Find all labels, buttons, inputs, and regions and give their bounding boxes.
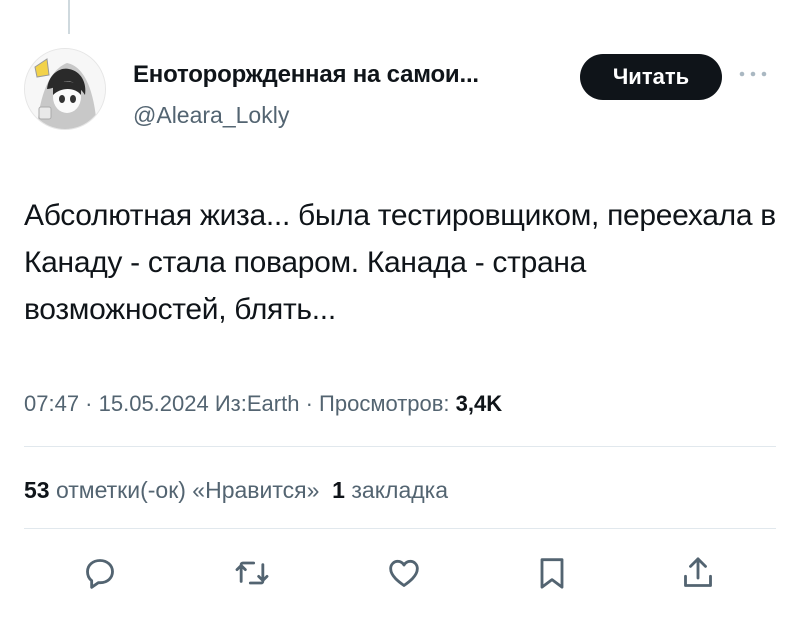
author-display-name[interactable]: Енотороржденная на самои... bbox=[133, 59, 563, 91]
avatar-image bbox=[25, 49, 105, 129]
tweet-source: Из:Earth bbox=[214, 391, 300, 416]
likes-count: 53 bbox=[24, 477, 50, 503]
follow-button[interactable]: Читать bbox=[580, 54, 722, 100]
retweet-button[interactable] bbox=[232, 553, 272, 593]
views-label: Просмотров: bbox=[319, 391, 450, 416]
reply-button[interactable] bbox=[80, 553, 120, 593]
tweet-date[interactable]: 15.05.2024 bbox=[99, 391, 209, 416]
bookmarks-label: закладка bbox=[351, 477, 449, 503]
tweet-text: Абсолютная жиза... была тестировщиком, п… bbox=[24, 199, 776, 326]
share-icon bbox=[684, 557, 712, 587]
likes-label: отметки(-ок) «Нравится» bbox=[55, 477, 320, 503]
bookmarks-count: 1 bbox=[332, 477, 345, 503]
bookmark-button[interactable] bbox=[532, 553, 572, 593]
reply-icon bbox=[86, 559, 114, 589]
like-button[interactable] bbox=[384, 553, 424, 593]
author-handle[interactable]: @Aleara_Lokly bbox=[133, 99, 289, 131]
bookmarks-stat[interactable]: 1 закладка bbox=[332, 477, 448, 503]
tweet-time[interactable]: 07:47 bbox=[24, 391, 79, 416]
likes-stat[interactable]: 53 отметки(-ок) «Нравится» bbox=[24, 477, 319, 503]
divider bbox=[24, 528, 776, 529]
avatar[interactable] bbox=[24, 48, 106, 130]
views-count: 3,4K bbox=[455, 391, 503, 416]
tweet-meta: 07:47 · 15.05.2024 Из:Earth · Просмотров… bbox=[24, 388, 502, 420]
thread-connector-line bbox=[68, 0, 70, 34]
divider bbox=[24, 446, 776, 447]
heart-icon bbox=[389, 559, 419, 587]
more-icon[interactable] bbox=[736, 62, 770, 86]
meta-separator: · bbox=[299, 391, 320, 416]
retweet-icon bbox=[235, 561, 269, 585]
bookmark-icon bbox=[540, 558, 564, 589]
share-button[interactable] bbox=[678, 553, 718, 593]
tweet-stats: 53 отметки(-ок) «Нравится» 1 закладка bbox=[24, 474, 448, 506]
meta-separator: · bbox=[79, 391, 99, 416]
